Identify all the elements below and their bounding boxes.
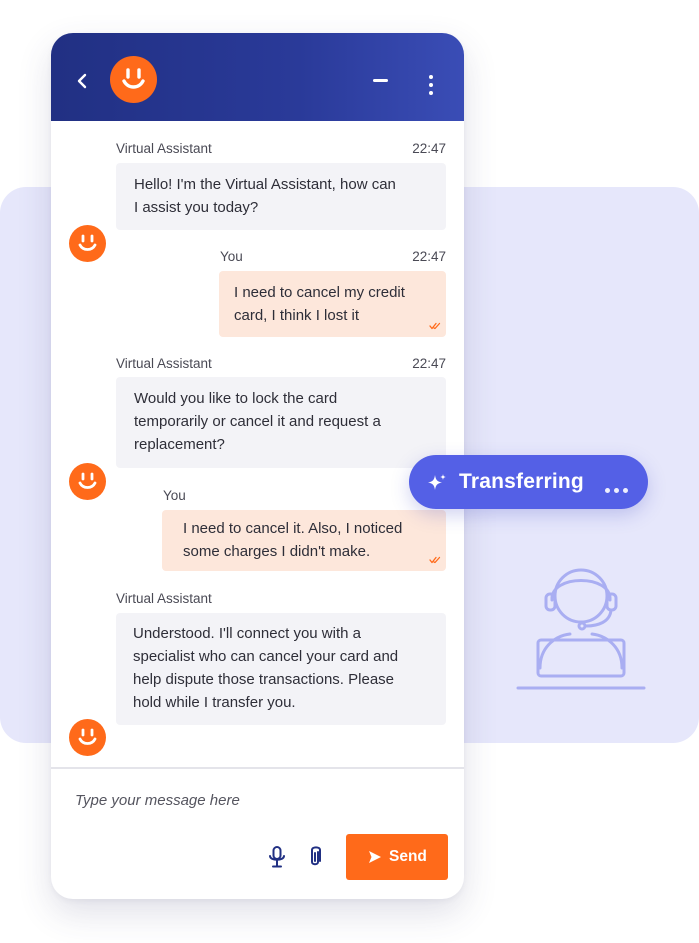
message-sender: Virtual Assistant [116, 141, 212, 156]
send-label: Send [389, 848, 427, 865]
smiley-icon [78, 472, 97, 489]
double-check-icon [429, 322, 441, 330]
message-line: Would you like to lock the card [134, 390, 338, 407]
message-line: Hello! I'm the Virtual Assistant, how ca… [134, 176, 396, 193]
message-line: replacement? [134, 436, 225, 453]
minimize-icon[interactable] [370, 73, 392, 87]
bot-message-bubble: Understood. I'll connect you with a spec… [116, 613, 446, 725]
send-button[interactable]: Send [346, 834, 448, 880]
message-sender: Virtual Assistant [116, 591, 212, 606]
message-time: 22:47 [412, 356, 446, 371]
message-line: temporarily or cancel it and request a [134, 413, 381, 430]
bot-avatar [69, 719, 106, 756]
message-line: specialist who can cancel your card and [133, 648, 399, 665]
double-check-icon [429, 556, 441, 564]
bot-message-bubble: Hello! I'm the Virtual Assistant, how ca… [116, 163, 446, 230]
message-line: help dispute those transactions. Please [133, 671, 394, 688]
message-line: card, I think I lost it [234, 307, 360, 324]
message-time: 22:47 [412, 249, 446, 264]
message-input[interactable] [75, 787, 435, 813]
microphone-icon[interactable] [267, 845, 287, 869]
paperclip-icon[interactable] [306, 845, 324, 869]
sparkle-icon [428, 474, 446, 490]
user-message-bubble: I need to cancel my credit card, I think… [219, 271, 446, 337]
message-line: some charges I didn't make. [183, 543, 371, 560]
composer-divider [51, 767, 464, 769]
bot-message-bubble: Would you like to lock the card temporar… [116, 377, 446, 468]
support-agent-icon [516, 568, 646, 690]
assistant-avatar [110, 56, 157, 103]
smiley-icon [78, 728, 97, 745]
chevron-left-icon[interactable] [75, 71, 91, 91]
send-icon [369, 851, 381, 863]
message-list: Virtual Assistant 22:47 Hello! I'm the V… [51, 121, 464, 767]
transferring-label: Transferring [459, 470, 584, 493]
message-time: 22:47 [412, 141, 446, 156]
vertical-dots-icon[interactable] [423, 73, 439, 97]
message-line: I need to cancel it. Also, I noticed [183, 520, 403, 537]
message-sender: Virtual Assistant [116, 356, 212, 371]
smiley-icon [122, 68, 145, 89]
message-line: I assist you today? [134, 199, 259, 216]
message-line: Understood. I'll connect you with a [133, 625, 361, 642]
transferring-status-pill: Transferring [409, 455, 648, 509]
bot-avatar [69, 463, 106, 500]
message-sender: You [163, 488, 186, 503]
typing-dots-icon [605, 480, 632, 498]
bot-avatar [69, 225, 106, 262]
message-line: hold while I transfer you. [133, 694, 296, 711]
message-sender: You [220, 249, 243, 264]
user-message-bubble: I need to cancel it. Also, I noticed som… [162, 510, 446, 571]
chat-window: Virtual Assistant 22:47 Hello! I'm the V… [51, 33, 464, 899]
chat-header [51, 33, 464, 121]
smiley-icon [78, 234, 97, 251]
message-line: I need to cancel my credit [234, 284, 405, 301]
